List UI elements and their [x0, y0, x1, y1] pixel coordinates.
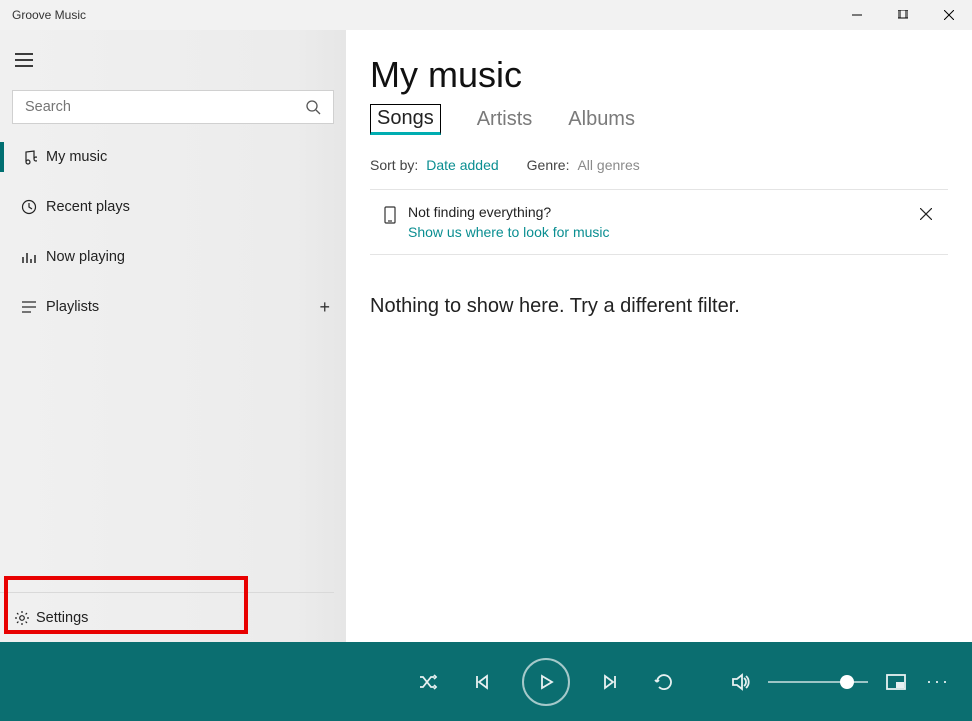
hamburger-button[interactable] — [0, 36, 48, 84]
gear-icon — [14, 610, 30, 626]
device-icon — [384, 206, 396, 224]
tab-songs[interactable]: Songs — [370, 104, 441, 135]
sidebar-item-settings[interactable]: Settings — [0, 592, 334, 642]
repeat-button[interactable] — [650, 668, 678, 696]
search-input[interactable] — [13, 99, 293, 115]
tabs: Songs Artists Albums — [370, 104, 948, 135]
sort-label: Sort by: — [370, 157, 418, 173]
notice-heading: Not finding everything? — [408, 204, 912, 220]
tab-artists[interactable]: Artists — [477, 104, 533, 135]
add-playlist-button[interactable]: + — [319, 297, 330, 318]
sidebar-item-label: Recent plays — [46, 199, 130, 215]
sidebar-item-playlists[interactable]: Playlists + — [0, 282, 346, 332]
tab-albums[interactable]: Albums — [568, 104, 635, 135]
player-bar: ··· — [0, 642, 972, 721]
mini-player-button[interactable] — [882, 668, 910, 696]
sidebar: My music Recent plays Now playing — [0, 30, 346, 642]
close-button[interactable] — [926, 0, 972, 30]
previous-button[interactable] — [468, 668, 496, 696]
sidebar-item-recent-plays[interactable]: Recent plays — [0, 182, 346, 232]
volume-slider[interactable] — [768, 681, 868, 683]
sidebar-item-label: My music — [46, 149, 107, 165]
sidebar-item-label: Playlists — [46, 299, 99, 315]
sidebar-item-my-music[interactable]: My music — [0, 132, 346, 182]
title-bar: Groove Music — [0, 0, 972, 30]
clock-icon — [14, 199, 44, 215]
music-note-icon — [14, 149, 44, 165]
genre-label: Genre: — [527, 157, 570, 173]
page-title: My music — [370, 54, 948, 96]
sort-value[interactable]: Date added — [426, 157, 498, 173]
volume-button[interactable] — [726, 668, 754, 696]
play-button[interactable] — [522, 658, 570, 706]
notice-close-button[interactable] — [912, 204, 940, 224]
content-area: My music Songs Artists Albums Sort by: D… — [346, 30, 972, 642]
more-button[interactable]: ··· — [924, 668, 952, 696]
notice-link[interactable]: Show us where to look for music — [408, 224, 912, 240]
tab-label: Songs — [377, 107, 434, 129]
window-title: Groove Music — [0, 8, 834, 22]
next-button[interactable] — [596, 668, 624, 696]
search-icon[interactable] — [293, 99, 333, 115]
shuffle-button[interactable] — [414, 668, 442, 696]
empty-message: Nothing to show here. Try a different fi… — [370, 295, 948, 318]
sidebar-item-now-playing[interactable]: Now playing — [0, 232, 346, 282]
equalizer-icon — [14, 249, 44, 265]
sidebar-item-label: Settings — [36, 610, 88, 626]
tab-label: Artists — [477, 108, 533, 130]
minimize-button[interactable] — [834, 0, 880, 30]
volume-thumb[interactable] — [840, 675, 854, 689]
tab-label: Albums — [568, 108, 635, 130]
search-box[interactable] — [12, 90, 334, 124]
genre-value[interactable]: All genres — [577, 157, 639, 173]
music-location-notice: Not finding everything? Show us where to… — [370, 190, 948, 255]
playlist-icon — [14, 299, 44, 315]
sidebar-item-label: Now playing — [46, 249, 125, 265]
maximize-button[interactable] — [880, 0, 926, 30]
